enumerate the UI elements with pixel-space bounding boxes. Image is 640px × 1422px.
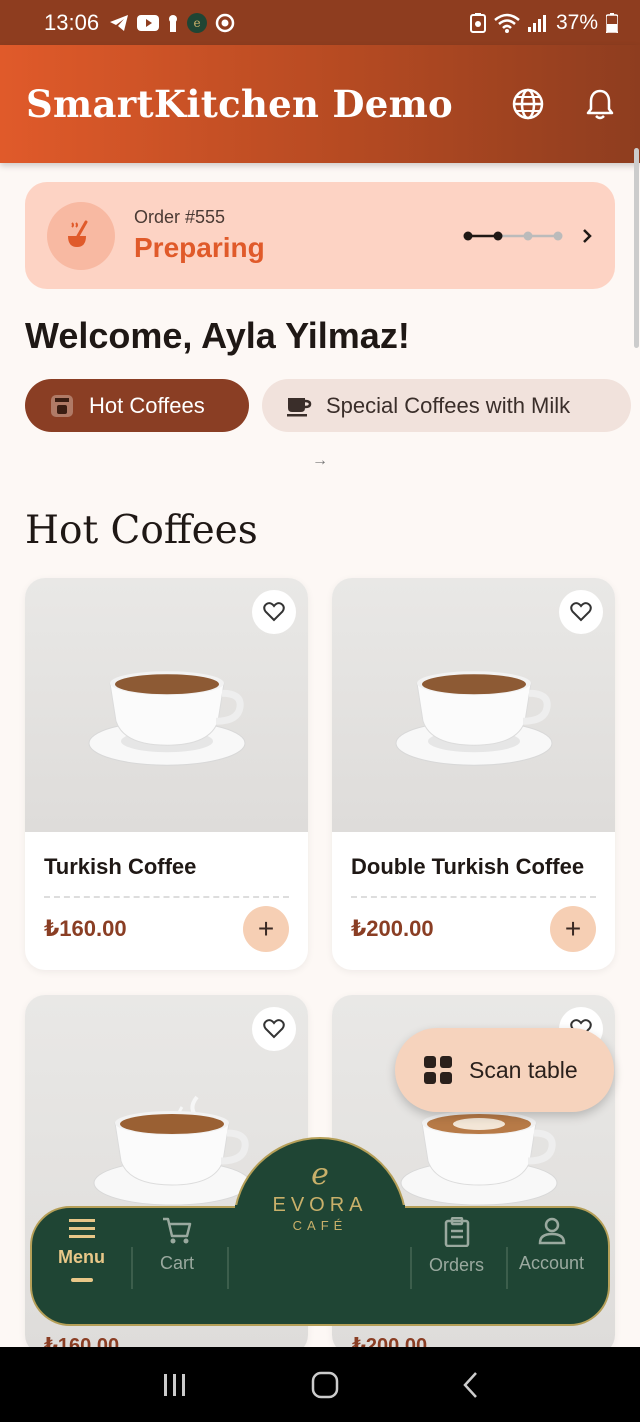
product-name: Turkish Coffee xyxy=(44,854,197,879)
favorite-button[interactable] xyxy=(559,590,603,634)
scrollbar[interactable] xyxy=(634,148,639,348)
cart-icon xyxy=(163,1217,192,1244)
back-icon[interactable] xyxy=(461,1371,479,1399)
app-title: SmartKitchen Demo xyxy=(26,82,454,126)
progress-step xyxy=(523,231,533,240)
grid-icon xyxy=(424,1056,452,1084)
scan-table-label: Scan table xyxy=(469,1056,578,1083)
heart-icon xyxy=(263,602,285,622)
brand-logo-mark: e xyxy=(311,1157,329,1192)
app-bar-actions xyxy=(512,88,614,120)
chip-special-coffees-with-milk[interactable]: Special Coffees with Milk xyxy=(262,379,631,432)
recent-apps-icon[interactable] xyxy=(161,1372,189,1398)
chip-label: Hot Coffees xyxy=(89,392,205,418)
coffee-machine-icon xyxy=(51,394,73,417)
product-name: Double Turkish Coffee xyxy=(351,854,585,879)
brand-subtitle: CAFÉ xyxy=(292,1218,348,1233)
favorite-button[interactable] xyxy=(252,590,296,634)
product-price: ₺160.00 xyxy=(44,916,127,941)
category-chips: Hot Coffees Special Coffees with Milk xyxy=(25,379,631,432)
keyhole-icon xyxy=(169,14,178,32)
status-left-icons: e xyxy=(109,12,235,33)
nav-cart[interactable]: Cart xyxy=(160,1217,194,1274)
nav-orders[interactable]: Orders xyxy=(429,1217,484,1276)
telegram-icon xyxy=(110,14,129,31)
clipboard-icon xyxy=(444,1217,469,1247)
battery-percent: 37% xyxy=(555,10,598,34)
nav-account-label: Account xyxy=(519,1253,585,1273)
scroll-right-arrow-icon[interactable]: → xyxy=(312,452,328,470)
product-price: ₺200.00 xyxy=(351,916,434,941)
chip-hot-coffees[interactable]: Hot Coffees xyxy=(25,379,249,432)
heart-icon xyxy=(263,1019,285,1039)
product-card[interactable]: Double Turkish Coffee ₺200.00 + xyxy=(332,578,615,970)
wifi-icon xyxy=(494,13,520,33)
status-time: 13:06 xyxy=(44,9,100,35)
person-icon xyxy=(538,1217,565,1245)
add-to-cart-button[interactable]: + xyxy=(243,906,289,952)
welcome-heading: Welcome, Ayla Yilmaz! xyxy=(25,315,410,356)
battery-saver-icon xyxy=(469,12,486,33)
nav-menu[interactable]: Menu xyxy=(58,1217,105,1282)
nav-separator xyxy=(131,1247,133,1289)
home-icon[interactable] xyxy=(311,1371,339,1399)
nav-orders-label: Orders xyxy=(429,1255,485,1275)
product-card[interactable]: Turkish Coffee ₺160.00 + xyxy=(25,578,308,970)
turkish-coffee-cup-image xyxy=(88,671,245,766)
nav-separator xyxy=(506,1247,508,1289)
app-bar: SmartKitchen Demo xyxy=(0,45,640,163)
product-photo xyxy=(332,578,615,832)
scan-table-button[interactable]: Scan table xyxy=(395,1028,614,1112)
signal-icon xyxy=(527,14,546,32)
heart-icon xyxy=(570,602,592,622)
ladle-icon xyxy=(68,220,88,247)
active-indicator xyxy=(70,1278,93,1282)
order-icon-wrap xyxy=(47,201,115,270)
record-icon xyxy=(215,13,235,32)
section-title: Hot Coffees xyxy=(25,508,258,553)
add-to-cart-button[interactable]: + xyxy=(550,906,596,952)
nav-separator xyxy=(227,1247,229,1289)
status-right-icons: 37% xyxy=(469,10,618,35)
chevron-right-icon[interactable] xyxy=(581,228,593,244)
nav-cart-label: Cart xyxy=(160,1253,195,1273)
order-status: Preparing xyxy=(134,232,265,263)
system-navigation-bar xyxy=(0,1347,640,1422)
progress-step xyxy=(553,231,563,240)
favorite-button[interactable] xyxy=(252,1007,296,1051)
youtube-icon xyxy=(137,14,160,31)
product-photo xyxy=(25,578,308,832)
brand-logo[interactable]: e EVORA CAFÉ xyxy=(233,1157,407,1233)
order-progress xyxy=(463,228,593,244)
brand-name: EVORA xyxy=(272,1194,368,1216)
coffee-cup-icon xyxy=(287,397,312,416)
evora-app-icon: e xyxy=(187,12,208,33)
globe-icon[interactable] xyxy=(512,88,544,120)
bottom-navigation: e EVORA CAFÉ Menu Cart Orders Account xyxy=(30,1137,610,1331)
bell-icon[interactable] xyxy=(586,88,614,120)
battery-icon xyxy=(606,12,618,33)
progress-step xyxy=(493,231,503,240)
plus-icon: + xyxy=(257,913,275,944)
double-turkish-coffee-cup-image xyxy=(395,671,552,766)
chip-label: Special Coffees with Milk xyxy=(326,392,571,418)
nav-menu-label: Menu xyxy=(58,1247,105,1267)
nav-account[interactable]: Account xyxy=(519,1217,584,1274)
order-number: Order #555 xyxy=(134,207,226,227)
status-bar: 13:06 e 37% xyxy=(0,0,640,45)
order-status-card[interactable]: Order #555 Preparing xyxy=(25,182,615,289)
order-progress-stepper xyxy=(463,231,563,240)
menu-icon xyxy=(68,1219,95,1238)
plus-icon: + xyxy=(564,913,582,944)
progress-step xyxy=(463,231,473,240)
nav-separator xyxy=(410,1247,412,1289)
svg-text:e: e xyxy=(194,16,201,30)
